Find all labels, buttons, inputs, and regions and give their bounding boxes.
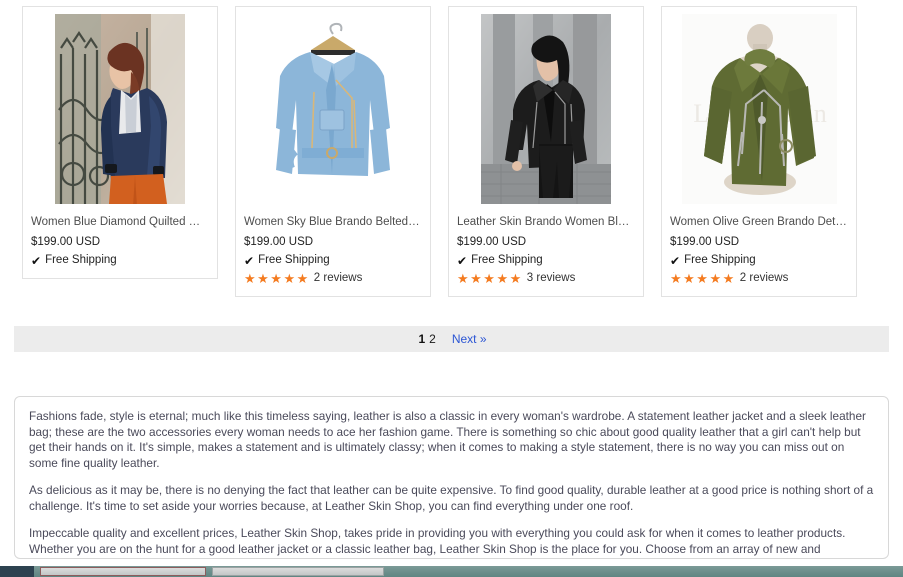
product-shipping: ✔ Free Shipping	[31, 253, 209, 268]
review-count: 2 reviews	[313, 272, 363, 284]
product-price: $199.00 USD	[670, 236, 740, 248]
pagination-current-page: 1	[418, 332, 426, 346]
product-image-olive-green-brando[interactable]: Leather Skin	[670, 13, 848, 205]
product-reviews[interactable]: ★★★★★ 3 reviews	[457, 271, 635, 286]
shipping-label: Free Shipping	[258, 254, 330, 266]
product-shipping: ✔ Free Shipping	[457, 253, 635, 268]
product-reviews[interactable]: ★★★★★ 2 reviews	[244, 271, 422, 286]
check-icon: ✔	[457, 253, 468, 268]
start-button[interactable]	[0, 566, 34, 577]
shipping-label: Free Shipping	[684, 254, 756, 266]
review-count: 3 reviews	[526, 272, 576, 284]
check-icon: ✔	[244, 253, 255, 268]
shop-description: Fashions fade, style is eternal; much li…	[14, 396, 889, 571]
pagination-page-2[interactable]: 2	[427, 332, 438, 346]
star-rating-icon: ★★★★★	[457, 271, 523, 286]
review-count: 2 reviews	[739, 272, 789, 284]
product-title[interactable]: Women Olive Green Brando Detac...	[670, 215, 848, 230]
product-title[interactable]: Leather Skin Brando Women Blac...	[457, 215, 635, 230]
product-title[interactable]: Women Sky Blue Brando Belted L...	[244, 215, 422, 230]
product-reviews[interactable]: ★★★★★ 2 reviews	[670, 271, 848, 286]
description-paragraph-2: As delicious as it may be, there is no d…	[29, 483, 874, 513]
product-grid: Women Blue Diamond Quilted Gen... $199.0…	[22, 6, 884, 297]
taskbar-window-button[interactable]	[40, 567, 206, 576]
product-image-sky-blue-brando[interactable]	[244, 13, 422, 205]
product-card[interactable]: Women Sky Blue Brando Belted L... $199.0…	[235, 6, 431, 297]
product-price: $199.00 USD	[31, 236, 101, 248]
product-title[interactable]: Women Blue Diamond Quilted Gen...	[31, 215, 209, 230]
browser-window-bottom-edge	[0, 559, 903, 566]
product-price: $199.00 USD	[457, 236, 527, 248]
pagination: 1 2 Next »	[14, 326, 889, 352]
product-image-blue-quilted[interactable]	[31, 13, 209, 205]
star-rating-icon: ★★★★★	[670, 271, 736, 286]
product-card[interactable]: Leather Skin Brando Women Blac... $199.0…	[448, 6, 644, 297]
star-rating-icon: ★★★★★	[244, 271, 310, 286]
product-card[interactable]: Women Blue Diamond Quilted Gen... $199.0…	[22, 6, 218, 279]
product-card[interactable]: Leather Skin	[661, 6, 857, 297]
page-root: Women Blue Diamond Quilted Gen... $199.0…	[0, 0, 903, 577]
check-icon: ✔	[670, 253, 681, 268]
product-image-black-brando[interactable]	[457, 13, 635, 205]
description-paragraph-1: Fashions fade, style is eternal; much li…	[29, 409, 866, 470]
product-photo-svg	[55, 14, 185, 204]
product-photo-svg: Leather Skin	[681, 14, 837, 204]
pagination-next-link[interactable]: Next »	[452, 332, 487, 346]
product-price: $199.00 USD	[244, 236, 314, 248]
check-icon: ✔	[31, 253, 42, 268]
taskbar-window-button[interactable]	[212, 567, 384, 576]
product-shipping: ✔ Free Shipping	[244, 253, 422, 268]
shipping-label: Free Shipping	[45, 254, 117, 266]
desktop-taskbar	[0, 566, 903, 577]
product-shipping: ✔ Free Shipping	[670, 253, 848, 268]
shipping-label: Free Shipping	[471, 254, 543, 266]
product-photo-svg	[258, 14, 408, 204]
product-photo-svg	[481, 14, 611, 204]
